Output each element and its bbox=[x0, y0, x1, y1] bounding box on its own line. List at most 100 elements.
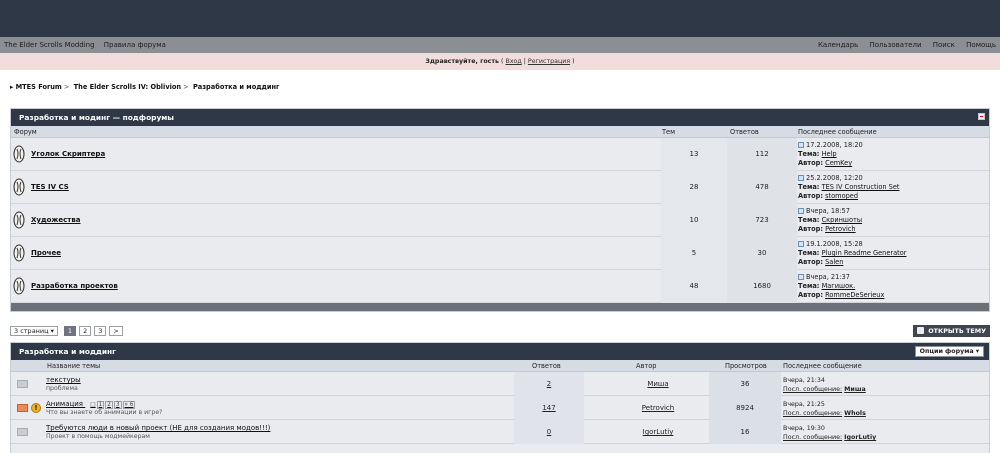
breadcrumb-item-oblivion[interactable]: The Elder Scrolls IV: Oblivion bbox=[74, 83, 181, 91]
new-topic-button[interactable]: ОТКРЫТЬ ТЕМУ bbox=[913, 325, 990, 337]
subforums-table: Разработка и модинг — подфорумы Форум Те… bbox=[10, 108, 990, 312]
collapse-icon[interactable] bbox=[978, 113, 985, 120]
forum-mask-icon bbox=[13, 277, 25, 295]
topic-title[interactable]: Анимация □ 1 2 3» 6 bbox=[46, 400, 136, 409]
topics-count: 10 bbox=[661, 204, 727, 237]
topic-description: Проект в помощь модмейкерам bbox=[46, 433, 150, 440]
last-post: 25.2.2008, 12:20 Тема: TES IV Constructi… bbox=[798, 174, 900, 200]
nav-link-modding[interactable]: The Elder Scrolls Modding bbox=[4, 41, 95, 49]
register-link[interactable]: Регистрация bbox=[528, 58, 570, 65]
author-link[interactable]: Petrovich bbox=[642, 404, 674, 412]
last-topic-link[interactable]: Скриншоты bbox=[822, 216, 862, 224]
topic-title[interactable]: текстуры bbox=[46, 376, 81, 384]
views-count: 16 bbox=[709, 420, 781, 444]
subforum-name[interactable]: Художества bbox=[31, 216, 81, 224]
page-1[interactable]: 1 bbox=[63, 326, 77, 336]
pages-dropdown[interactable]: 3 страниц ▾ bbox=[10, 326, 58, 336]
last-topic-link[interactable]: TES IV Construction Set bbox=[822, 183, 900, 191]
forum-mask-icon bbox=[13, 145, 25, 163]
col-views: Просмотров bbox=[725, 362, 767, 370]
topic-row: текстуры проблема 2 Миша 36 Вчера, 21:34… bbox=[11, 372, 989, 396]
post-icon[interactable] bbox=[798, 208, 804, 214]
subforums-header: Разработка и модинг — подфорумы bbox=[11, 109, 989, 126]
subforum-name[interactable]: Прочее bbox=[31, 249, 61, 257]
col-forum: Форум bbox=[14, 128, 37, 136]
last-post: Вчера, 19:30 Посл. сообщение: IgorLutiy bbox=[783, 425, 877, 441]
page-2[interactable]: 2 bbox=[79, 326, 92, 336]
views-count: 36 bbox=[709, 372, 781, 396]
nav-link-users[interactable]: Пользователи bbox=[870, 41, 922, 49]
topics-header: Разработка и моддинг Опции форума ▾ bbox=[11, 343, 989, 360]
last-author-link[interactable]: CemKey bbox=[825, 159, 852, 167]
topic-title[interactable]: Требуются люди в новый проект (НЕ для со… bbox=[46, 424, 270, 432]
breadcrumb-item-development[interactable]: Разработка и моддинг bbox=[193, 83, 280, 91]
replies-count: 30 bbox=[727, 237, 797, 270]
topic-description: проблема bbox=[46, 385, 78, 392]
replies-count: 1680 bbox=[727, 270, 797, 303]
page-next[interactable]: > bbox=[109, 326, 123, 336]
page-3[interactable]: 3 bbox=[94, 326, 107, 336]
last-author-link[interactable]: stomoped bbox=[825, 192, 858, 200]
nav-link-help[interactable]: Помощь bbox=[966, 41, 996, 49]
forum-options-button[interactable]: Опции форума ▾ bbox=[914, 346, 984, 357]
topic-pages[interactable]: □ 1 2 3» 6 bbox=[90, 401, 136, 409]
col-author: Автор bbox=[636, 362, 657, 370]
last-post: Вчера, 18:57 Тема: Скриншоты Автор: Petr… bbox=[798, 207, 863, 233]
nav-link-search[interactable]: Поиск bbox=[933, 41, 955, 49]
replies-link[interactable]: 2 bbox=[547, 380, 551, 388]
views-count: 8924 bbox=[709, 396, 781, 420]
last-post: Вчера, 21:25 Посл. сообщение: Whols bbox=[783, 401, 866, 417]
subforum-row: Прочее 5 30 19.1.2008, 15:28 Тема: Plugi… bbox=[11, 237, 989, 270]
replies-count: 478 bbox=[727, 171, 797, 204]
replies-link[interactable]: 147 bbox=[542, 404, 555, 412]
last-author-link[interactable]: Миша bbox=[844, 386, 866, 393]
forum-mask-icon bbox=[13, 244, 25, 262]
last-post: Вчера, 21:37 Тема: Магишок. Автор: Romme… bbox=[798, 273, 885, 299]
last-author-link[interactable]: Petrovich bbox=[825, 225, 856, 233]
top-banner bbox=[0, 0, 1000, 37]
post-icon[interactable] bbox=[798, 175, 804, 181]
post-icon[interactable] bbox=[798, 142, 804, 148]
subforum-name[interactable]: TES IV CS bbox=[31, 183, 69, 191]
last-author-link[interactable]: IgorLutiy bbox=[844, 434, 876, 441]
post-icon[interactable] bbox=[798, 274, 804, 280]
topics-columns: Название темы Ответов Автор Просмотров П… bbox=[11, 360, 989, 372]
subforum-row: Художества 10 723 Вчера, 18:57 Тема: Скр… bbox=[11, 204, 989, 237]
subforums-columns: Форум Тем Ответов Последнее сообщение bbox=[11, 126, 989, 138]
last-topic-link[interactable]: Help bbox=[822, 150, 837, 158]
topics-count: 13 bbox=[661, 138, 727, 171]
topics-title: Разработка и моддинг bbox=[19, 347, 117, 356]
last-post: Вчера, 21:34 Посл. сообщение: Миша bbox=[783, 377, 866, 393]
last-author-link[interactable]: Whols bbox=[844, 410, 866, 417]
last-author-link[interactable]: Salen bbox=[825, 258, 843, 266]
topic-description: Что вы знаете об анимации в игре? bbox=[46, 409, 163, 416]
author-link[interactable]: Миша bbox=[647, 380, 668, 388]
breadcrumb-arrow-icon: ▸ bbox=[10, 83, 14, 91]
navigation-bar: The Elder Scrolls Modding Правила форума… bbox=[0, 37, 1000, 53]
col-last-post: Последнее сообщение bbox=[783, 362, 862, 370]
nav-link-rules[interactable]: Правила форума bbox=[104, 41, 166, 49]
topics-count: 5 bbox=[661, 237, 727, 270]
welcome-bar: Здравствуйте, гость ( Вход | Регистрация… bbox=[0, 53, 1000, 70]
subforum-name[interactable]: Уголок Скриптера bbox=[31, 150, 105, 158]
topic-row: ! Анимация □ 1 2 3» 6 Что вы знаете об аним… bbox=[11, 396, 989, 420]
subforum-row: Разработка проектов 48 1680 Вчера, 21:37… bbox=[11, 270, 989, 303]
nav-link-calendar[interactable]: Календарь bbox=[818, 41, 858, 49]
login-link[interactable]: Вход bbox=[506, 58, 522, 65]
author-link[interactable]: IgorLutiy bbox=[643, 428, 674, 436]
breadcrumb-item-forum[interactable]: MTES Forum bbox=[16, 83, 62, 91]
folder-icon bbox=[17, 380, 28, 388]
last-post: 17.2.2008, 18:20 Тема: Help Автор: CemKe… bbox=[798, 141, 863, 167]
replies-link[interactable]: 0 bbox=[547, 428, 551, 436]
warning-icon: ! bbox=[31, 403, 41, 413]
last-topic-link[interactable]: Plugin Readme Generator bbox=[822, 249, 907, 257]
pagination: 3 страниц ▾ 1 2 3 > bbox=[10, 326, 123, 336]
col-topics: Тем bbox=[662, 128, 676, 136]
subforum-name[interactable]: Разработка проектов bbox=[31, 282, 118, 290]
col-title: Название темы bbox=[47, 362, 101, 370]
last-author-link[interactable]: RommeDeSerieux bbox=[825, 291, 884, 299]
forum-mask-icon bbox=[13, 178, 25, 196]
post-icon[interactable] bbox=[798, 241, 804, 247]
hot-folder-icon bbox=[17, 404, 28, 412]
last-topic-link[interactable]: Магишок. bbox=[822, 282, 856, 290]
